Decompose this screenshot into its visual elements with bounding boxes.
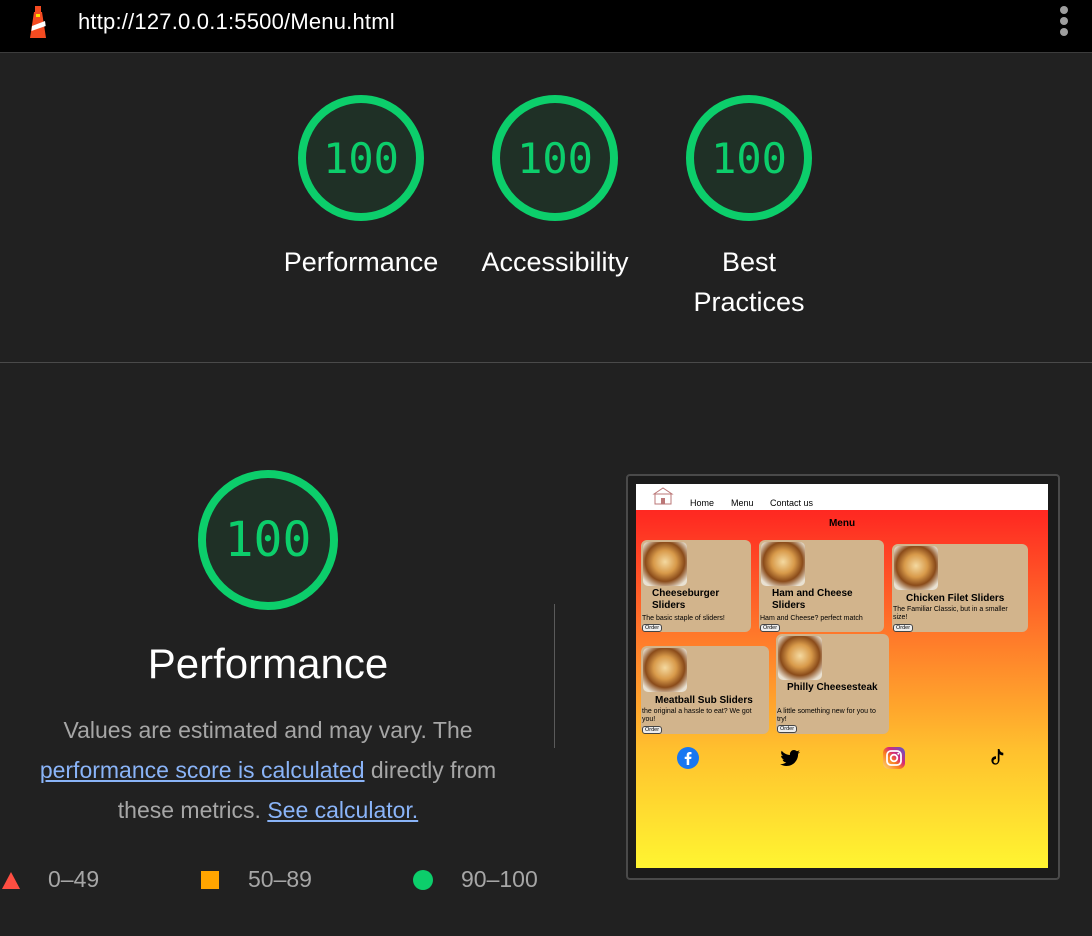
tiktok-icon[interactable]	[984, 746, 1008, 770]
menu-card: Ham and Cheese Sliders Ham and Cheese? p…	[759, 540, 884, 632]
performance-gauge[interactable]: 100	[296, 93, 426, 223]
site-logo-icon	[652, 487, 674, 505]
performance-score: 100	[323, 133, 399, 183]
item-desc: A little something new for you to try!	[777, 708, 876, 723]
order-button[interactable]: Order	[642, 624, 663, 632]
best-practices-score: 100	[711, 133, 787, 183]
final-screenshot: Home Menu Contact us Menu Cheeseburger S…	[636, 484, 1048, 868]
order-button[interactable]: Order	[760, 624, 781, 632]
legend-fail-range: 0–49	[48, 866, 100, 892]
facebook-icon[interactable]	[676, 746, 700, 770]
pass-circle-icon	[413, 870, 433, 890]
vertical-divider	[554, 604, 555, 748]
score-calculated-link[interactable]: performance score is calculated	[40, 757, 365, 783]
desc-text: Values are estimated and may vary. The	[63, 717, 473, 743]
item-name: Cheeseburger Sliders	[652, 588, 720, 611]
food-image	[761, 542, 805, 586]
item-desc: Ham and Cheese? perfect match	[760, 615, 863, 622]
nav-menu[interactable]: Menu	[731, 498, 754, 508]
food-image	[643, 542, 687, 586]
food-image	[778, 636, 822, 680]
item-name: Ham and Cheese Sliders	[772, 588, 853, 611]
accessibility-label: Accessibility	[481, 247, 629, 277]
section-divider	[0, 362, 1092, 363]
nav-home[interactable]: Home	[690, 498, 714, 508]
performance-title: Performance	[147, 640, 389, 687]
legend-pass-range: 90–100	[461, 866, 538, 892]
performance-label: Performance	[283, 247, 439, 277]
order-button[interactable]: Order	[777, 725, 798, 733]
item-name: Meatball Sub Sliders	[655, 695, 753, 706]
menu-card: Chicken Filet Sliders The Familiar Class…	[892, 544, 1028, 632]
fail-triangle-icon	[2, 872, 20, 889]
menu-card: Meatball Sub Sliders the original a hass…	[641, 646, 769, 734]
best-practices-label: Best Practices	[693, 247, 805, 317]
average-square-icon	[201, 871, 219, 889]
item-desc: the original a hassle to eat? We got you…	[642, 708, 752, 723]
performance-main-gauge: 100	[196, 468, 340, 612]
accessibility-gauge[interactable]: 100	[490, 93, 620, 223]
item-name: Philly Cheesesteak	[787, 682, 878, 693]
menu-card: Cheeseburger Sliders The basic staple of…	[641, 540, 751, 632]
final-screenshot-frame[interactable]: Home Menu Contact us Menu Cheeseburger S…	[626, 474, 1060, 880]
item-desc: The Familiar Classic, but in a smaller s…	[893, 606, 1008, 621]
item-name: Chicken Filet Sliders	[906, 593, 1005, 604]
order-button[interactable]: Order	[642, 726, 663, 734]
order-button[interactable]: Order	[893, 624, 914, 632]
performance-description: Values are estimated and may vary. The p…	[0, 710, 536, 830]
page-url[interactable]: http://127.0.0.1:5500/Menu.html	[78, 9, 395, 35]
url-bar: http://127.0.0.1:5500/Menu.html	[0, 0, 1092, 53]
instagram-icon[interactable]	[882, 746, 906, 770]
performance-main-score: 100	[224, 512, 312, 568]
food-image	[643, 648, 687, 692]
site-nav: Home Menu Contact us	[636, 484, 1048, 510]
item-desc: The basic staple of sliders!	[642, 615, 725, 622]
menu-heading: Menu	[828, 518, 856, 529]
legend-average-range: 50–89	[248, 866, 312, 892]
twitter-icon[interactable]	[778, 746, 802, 770]
see-calculator-link[interactable]: See calculator.	[267, 797, 418, 823]
menu-card: Philly Cheesesteak A little something ne…	[776, 634, 889, 734]
food-image	[894, 546, 938, 590]
more-options-icon[interactable]	[1058, 4, 1070, 40]
accessibility-score: 100	[517, 133, 593, 183]
best-practices-gauge[interactable]: 100	[684, 93, 814, 223]
lighthouse-icon	[30, 6, 46, 38]
nav-contact[interactable]: Contact us	[770, 498, 813, 508]
